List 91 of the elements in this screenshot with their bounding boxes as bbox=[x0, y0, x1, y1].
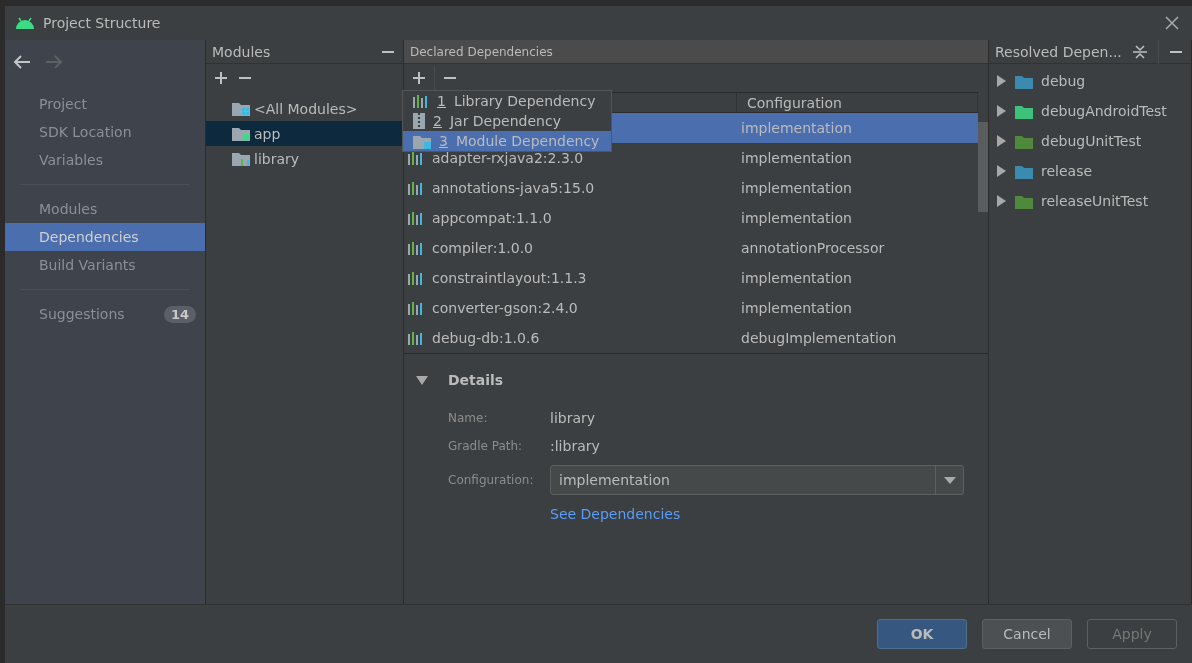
panel-title: Resolved Depen... bbox=[995, 43, 1122, 60]
dependency-name: appcompat:1.1.0 bbox=[432, 210, 552, 226]
details-toggle[interactable] bbox=[416, 374, 428, 386]
sidebar-item[interactable]: Dependencies bbox=[5, 223, 205, 251]
window-title: Project Structure bbox=[43, 15, 162, 31]
dependency-name: debug-db:1.0.6 bbox=[432, 330, 540, 346]
configuration-cell-text: implementation bbox=[740, 120, 853, 136]
configuration-cell-text: debugImplementation bbox=[740, 330, 898, 346]
module-item[interactable]: library bbox=[206, 146, 403, 171]
dependency-row[interactable]: constraintlayout:1.1.3 implementation bbox=[404, 263, 978, 293]
library-icon bbox=[408, 241, 424, 255]
field-label: Name: bbox=[448, 411, 489, 425]
library-icon bbox=[408, 211, 424, 225]
sidebar-item[interactable]: Modules bbox=[5, 195, 205, 223]
configuration-cell-text: implementation bbox=[740, 210, 853, 226]
variant-item[interactable]: debugUnitTest bbox=[989, 126, 1191, 156]
add-button[interactable] bbox=[212, 69, 230, 87]
sidebar-item[interactable]: SDK Location bbox=[5, 118, 205, 146]
panel-title: Declared Dependencies bbox=[410, 44, 554, 59]
minus-icon bbox=[443, 77, 457, 79]
library-icon bbox=[408, 331, 424, 345]
module-folder-icon bbox=[413, 133, 431, 149]
sidebar-label: Suggestions bbox=[39, 306, 126, 322]
count-badge: 14 bbox=[163, 305, 196, 323]
configuration-cell-text: implementation bbox=[740, 270, 853, 286]
library-icon bbox=[413, 94, 429, 108]
configuration-cell-text: annotationProcessor bbox=[740, 240, 886, 256]
variant-name: release bbox=[1041, 163, 1093, 179]
android-logo-icon bbox=[15, 17, 35, 29]
module-folder-icon bbox=[232, 126, 250, 141]
dependency-name: compiler:1.0.0 bbox=[432, 240, 534, 256]
menu-item[interactable]: 2 Jar Dependency bbox=[403, 111, 611, 131]
library-module-icon bbox=[232, 151, 250, 166]
jar-icon bbox=[413, 113, 425, 129]
dropdown-arrow-icon bbox=[943, 476, 956, 484]
dependency-row[interactable]: debug-db:1.0.6 debugImplementation bbox=[404, 323, 978, 353]
variant-name: debug bbox=[1041, 73, 1086, 89]
library-icon bbox=[408, 301, 424, 315]
sidebar-item[interactable]: Project bbox=[5, 90, 205, 118]
plus-icon bbox=[412, 71, 426, 85]
library-icon bbox=[408, 151, 424, 165]
back-button[interactable] bbox=[13, 55, 31, 69]
module-item[interactable]: app bbox=[206, 121, 403, 146]
configuration-dropdown[interactable]: implementation bbox=[550, 465, 964, 495]
modules-folder-icon bbox=[232, 101, 250, 116]
minus-icon bbox=[381, 50, 395, 53]
section-title: Details bbox=[448, 372, 504, 388]
dependency-row[interactable]: annotations-java5:15.0 implementation bbox=[404, 173, 978, 203]
minus-icon bbox=[238, 77, 252, 79]
variant-item[interactable]: debugAndroidTest bbox=[989, 96, 1191, 126]
variant-item[interactable]: release bbox=[989, 156, 1191, 186]
library-icon bbox=[408, 271, 424, 285]
configuration-cell-text: implementation bbox=[740, 300, 853, 316]
module-name: <All Modules> bbox=[254, 100, 358, 117]
panel-title: Modules bbox=[212, 43, 272, 60]
library-icon bbox=[408, 181, 424, 195]
field-value: library bbox=[550, 410, 596, 426]
back-arrow-icon bbox=[13, 55, 31, 69]
dependency-name: constraintlayout:1.1.3 bbox=[432, 270, 587, 286]
field-label: Configuration: bbox=[448, 473, 535, 487]
minus-icon bbox=[1169, 50, 1183, 53]
dialog-button[interactable]: Cancel bbox=[982, 619, 1072, 649]
dependency-name: adapter-rxjava2:2.3.0 bbox=[432, 150, 584, 166]
variant-item[interactable]: debug bbox=[989, 66, 1191, 96]
sidebar-item[interactable]: Suggestions 14 bbox=[5, 300, 205, 328]
forward-arrow-icon bbox=[45, 55, 63, 69]
module-item[interactable]: <All Modules> bbox=[206, 96, 403, 121]
variant-item[interactable]: releaseUnitTest bbox=[989, 186, 1191, 216]
module-name: app bbox=[254, 125, 281, 142]
variant-name: debugUnitTest bbox=[1041, 133, 1142, 149]
configuration-cell-text: implementation bbox=[740, 180, 853, 196]
see-dependencies-link[interactable]: See Dependencies bbox=[550, 506, 988, 522]
variant-name: releaseUnitTest bbox=[1041, 193, 1149, 209]
menu-item[interactable]: 1 Library Dependency bbox=[403, 91, 611, 111]
dependency-row[interactable]: converter-gson:2.4.0 implementation bbox=[404, 293, 978, 323]
sidebar-item[interactable]: Variables bbox=[5, 146, 205, 174]
collapse-triangle-icon bbox=[416, 374, 428, 386]
dependency-row[interactable]: compiler:1.0.0 annotationProcessor bbox=[404, 233, 978, 263]
variant-name: debugAndroidTest bbox=[1041, 103, 1167, 119]
plus-icon bbox=[214, 71, 228, 85]
add-button[interactable] bbox=[410, 69, 428, 87]
dependency-name: converter-gson:2.4.0 bbox=[432, 300, 578, 316]
module-name: library bbox=[254, 150, 300, 167]
field-label: Gradle Path: bbox=[448, 439, 524, 453]
dependency-row[interactable]: appcompat:1.1.0 implementation bbox=[404, 203, 978, 233]
dependency-name: annotations-java5:15.0 bbox=[432, 180, 595, 196]
sidebar-item[interactable]: Build Variants bbox=[5, 251, 205, 279]
field-value: :library bbox=[550, 438, 600, 454]
column-header: Configuration bbox=[747, 94, 842, 111]
configuration-cell-text: implementation bbox=[740, 150, 853, 166]
dialog-button[interactable]: OK bbox=[877, 619, 967, 649]
